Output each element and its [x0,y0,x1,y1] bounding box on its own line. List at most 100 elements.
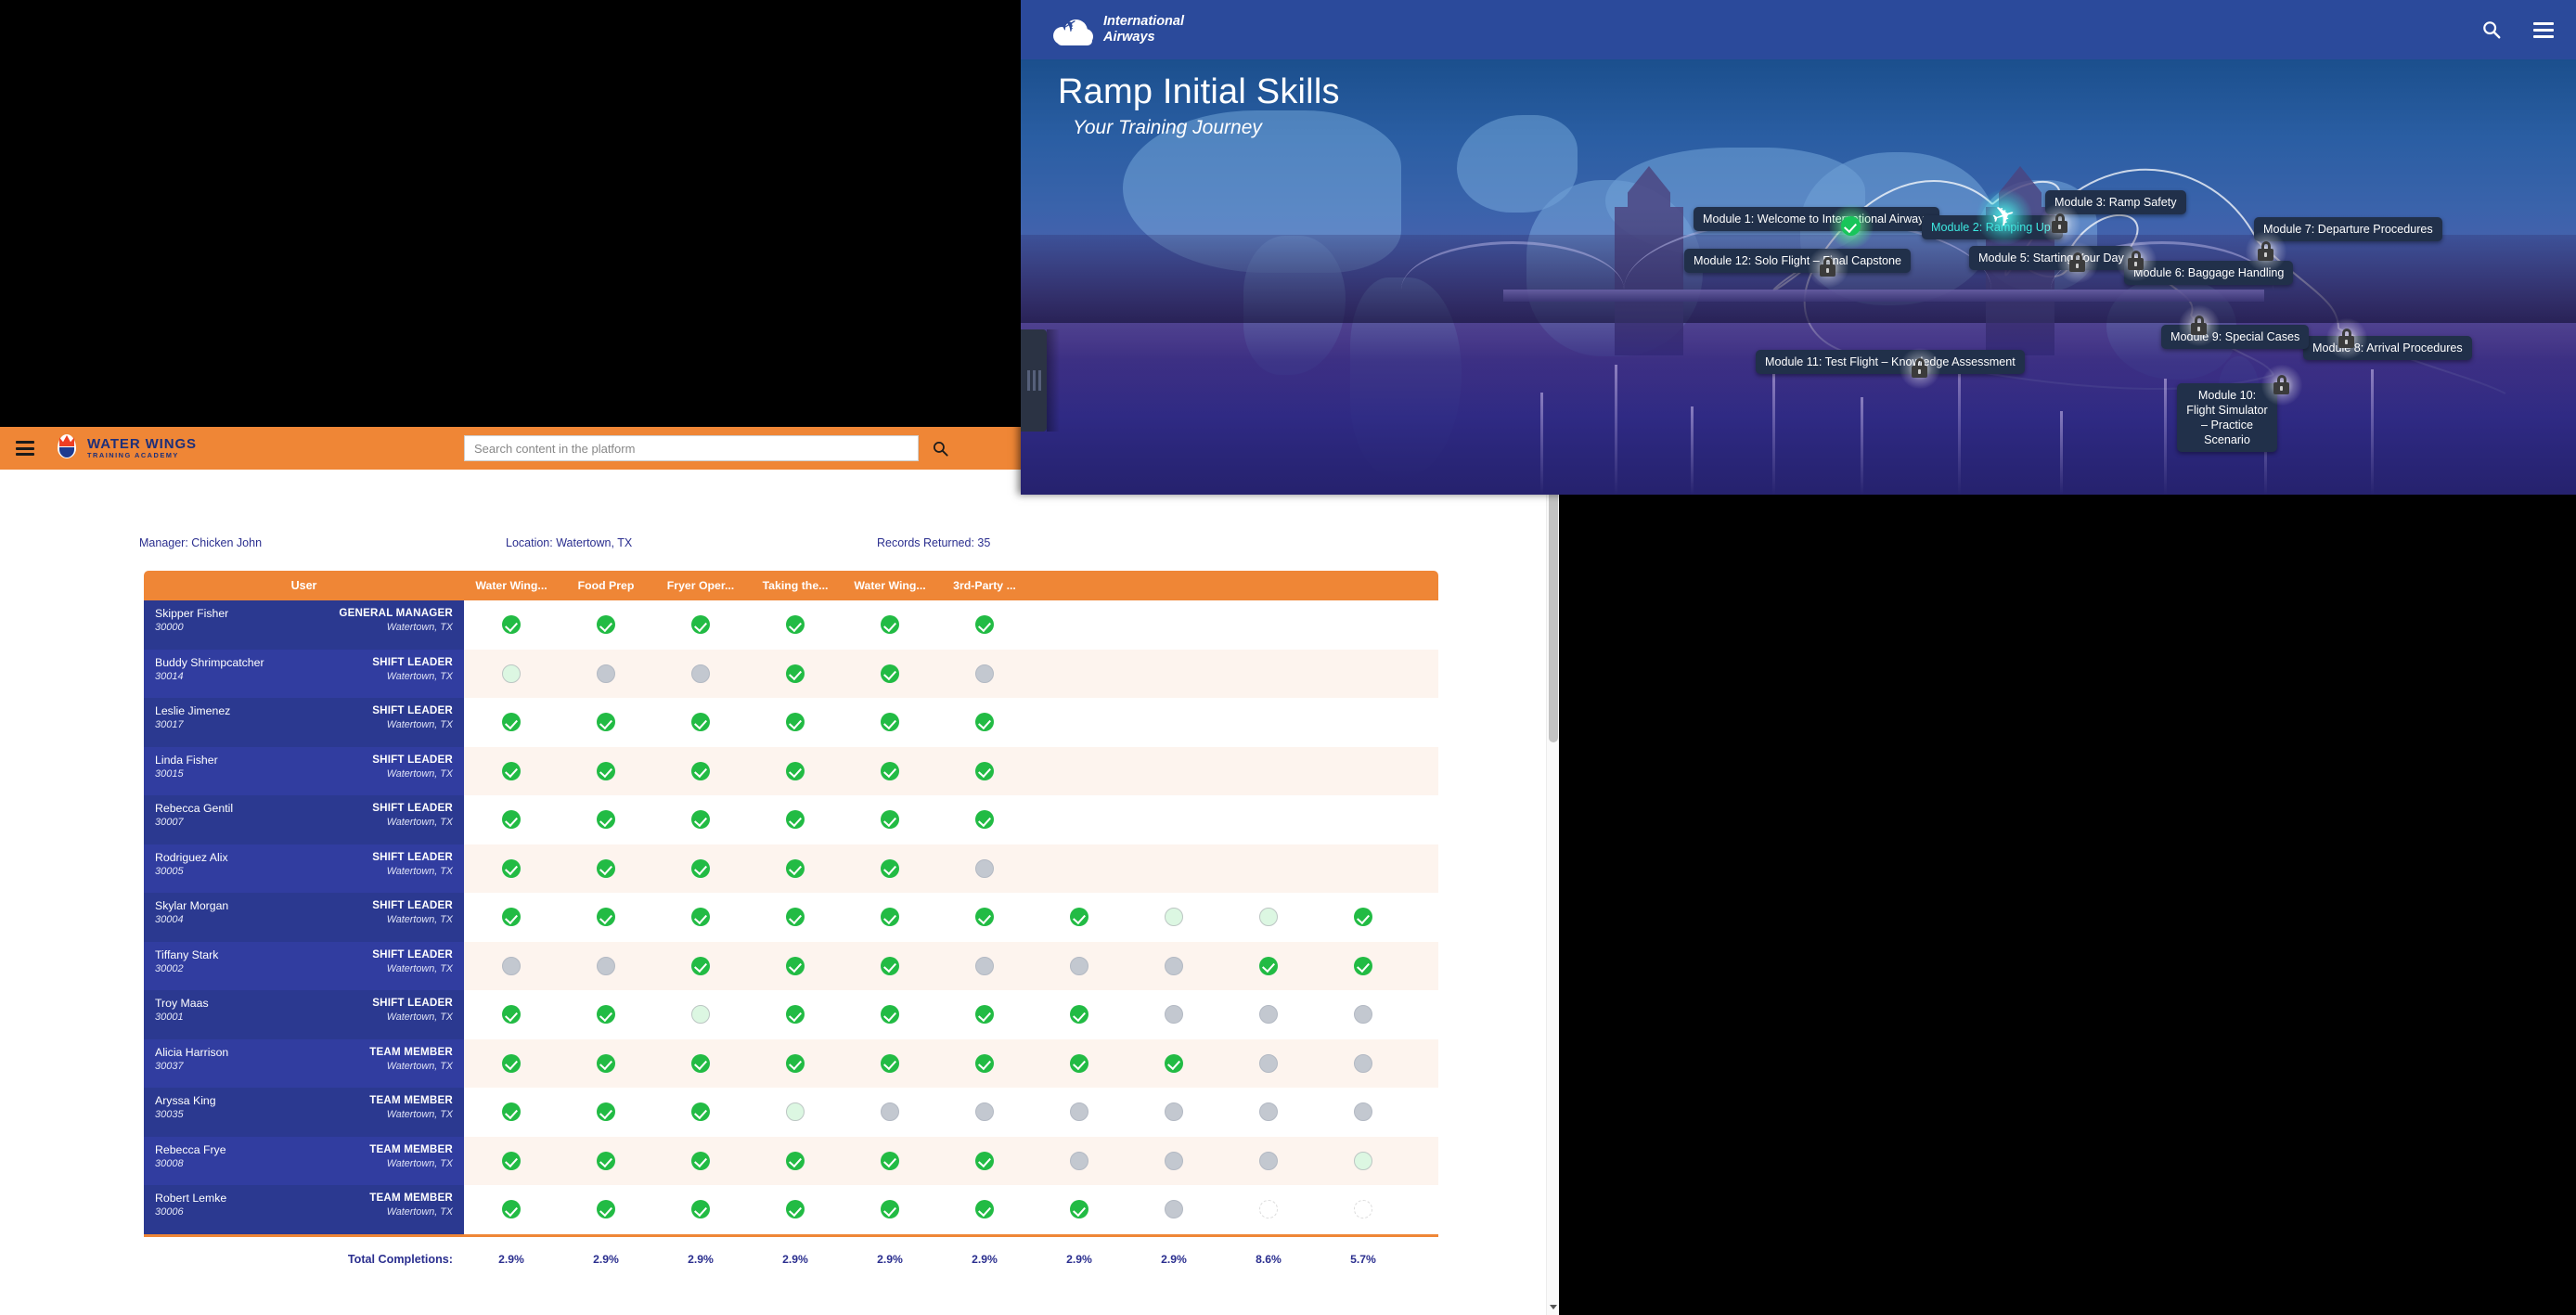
status-cell[interactable] [937,650,1032,699]
status-cell[interactable] [937,990,1032,1039]
status-cell[interactable] [1221,650,1316,699]
status-cell[interactable] [748,1088,843,1137]
module-node-6[interactable] [2115,239,2157,281]
table-row[interactable]: Troy Maas 30001 SHIFT LEADER Watertown, TX [144,990,1438,1039]
user-cell[interactable]: Robert Lemke 30006 TEAM MEMBER Watertown, T… [144,1185,464,1234]
table-row[interactable]: Robert Lemke 30006 TEAM MEMBER Watertown, T… [144,1185,1438,1234]
status-cell[interactable] [843,747,937,796]
status-cell[interactable] [1032,747,1127,796]
status-cell[interactable] [843,893,937,942]
status-cell[interactable] [1127,893,1221,942]
status-cell[interactable] [1316,698,1410,747]
column-header-1[interactable]: Water Wing... [464,579,559,592]
user-cell[interactable]: Leslie Jimenez 30017 SHIFT LEADER Watertown… [144,698,464,747]
water-wings-logo[interactable]: WATER WINGS TRAINING ACADEMY [55,434,197,462]
status-cell[interactable] [1032,893,1127,942]
status-cell[interactable] [653,990,748,1039]
status-cell[interactable] [937,942,1032,991]
status-cell[interactable] [937,844,1032,894]
status-cell[interactable] [748,893,843,942]
status-cell[interactable] [559,1137,653,1186]
user-cell[interactable]: Buddy Shrimpcatcher 30014 SHIFT LEADER Wate… [144,649,464,698]
status-cell[interactable] [559,990,653,1039]
status-cell[interactable] [937,893,1032,942]
table-row[interactable]: Rebecca Frye 30008 TEAM MEMBER Watertown, T… [144,1136,1438,1186]
hamburger-menu-icon[interactable] [16,441,34,456]
user-cell[interactable]: Skipper Fisher 30000 GENERAL MANAGER Watert… [144,600,464,650]
status-cell[interactable] [748,650,843,699]
table-row[interactable]: Skipper Fisher 30000 GENERAL MANAGER Watert… [144,600,1438,650]
status-cell[interactable] [464,747,559,796]
table-row[interactable]: Rodriguez Alix 30005 SHIFT LEADER Watertown… [144,844,1438,894]
status-cell[interactable] [1127,650,1221,699]
status-cell[interactable] [559,844,653,894]
status-cell[interactable] [1127,1039,1221,1089]
status-cell[interactable] [1127,844,1221,894]
status-cell[interactable] [559,1088,653,1137]
status-cell[interactable] [937,747,1032,796]
status-cell[interactable] [653,1088,748,1137]
module-node-1[interactable] [1828,203,1874,249]
status-cell[interactable] [559,795,653,844]
status-cell[interactable] [653,698,748,747]
status-cell[interactable] [937,600,1032,650]
status-cell[interactable] [1316,747,1410,796]
table-row[interactable]: Alicia Harrison 30037 TEAM MEMBER Watertown… [144,1038,1438,1089]
status-cell[interactable] [464,698,559,747]
user-cell[interactable]: Alicia Harrison 30037 TEAM MEMBER Watertown… [144,1038,464,1088]
module-node-11[interactable] [1899,347,1940,389]
status-cell[interactable] [653,650,748,699]
status-cell[interactable] [748,698,843,747]
status-cell[interactable] [843,650,937,699]
status-cell[interactable] [937,1039,1032,1089]
search-button[interactable] [919,435,961,461]
status-cell[interactable] [1032,1137,1127,1186]
status-cell[interactable] [1032,990,1127,1039]
user-cell[interactable]: Rodriguez Alix 30005 SHIFT LEADER Watertown… [144,844,464,893]
status-cell[interactable] [843,795,937,844]
status-cell[interactable] [559,600,653,650]
column-header-3[interactable]: Fryer Oper... [653,579,748,592]
status-cell[interactable] [1221,747,1316,796]
status-cell[interactable] [1032,698,1127,747]
status-cell[interactable] [653,1137,748,1186]
column-header-6[interactable]: 3rd-Party ... [937,579,1032,592]
status-cell[interactable] [1127,747,1221,796]
module-node-3[interactable] [2039,202,2080,244]
module-node-9[interactable] [2178,304,2220,346]
status-cell[interactable] [1221,795,1316,844]
hamburger-menu-icon[interactable] [2533,21,2554,38]
table-row[interactable]: Aryssa King 30035 TEAM MEMBER Watertown, TX [144,1088,1438,1137]
module-tooltip-1[interactable]: Module 1: Welcome to International Airwa… [1694,207,1939,232]
status-cell[interactable] [1221,893,1316,942]
user-cell[interactable]: Linda Fisher 30015 SHIFT LEADER Watertown, … [144,746,464,795]
status-cell[interactable] [1127,1185,1221,1234]
status-cell[interactable] [464,942,559,991]
international-airways-logo[interactable]: ✈ International Airways [1053,12,1184,45]
module-node-7[interactable] [2245,230,2286,272]
table-row[interactable]: Tiffany Stark 30002 SHIFT LEADER Watertown,… [144,941,1438,991]
status-cell[interactable] [748,795,843,844]
status-cell[interactable] [1221,942,1316,991]
status-cell[interactable] [843,1185,937,1234]
status-cell[interactable] [653,600,748,650]
status-cell[interactable] [1316,1137,1410,1186]
status-cell[interactable] [1316,1185,1410,1234]
app-vertical-scrollbar[interactable] [1546,427,1559,1315]
module-tooltip-12[interactable]: Module 12: Solo Flight – Final Capstone [1684,249,1912,274]
status-cell[interactable] [748,1185,843,1234]
status-cell[interactable] [1032,1088,1127,1137]
status-cell[interactable] [559,1039,653,1089]
status-cell[interactable] [1032,1185,1127,1234]
status-cell[interactable] [464,893,559,942]
status-cell[interactable] [1316,990,1410,1039]
status-cell[interactable] [559,893,653,942]
status-cell[interactable] [843,600,937,650]
scroll-down-arrow-icon[interactable] [1550,1305,1557,1309]
module-node-12[interactable] [1807,246,1848,288]
status-cell[interactable] [1032,942,1127,991]
status-cell[interactable] [937,698,1032,747]
status-cell[interactable] [1221,844,1316,894]
status-cell[interactable] [748,600,843,650]
drag-handle[interactable] [1021,329,1047,432]
